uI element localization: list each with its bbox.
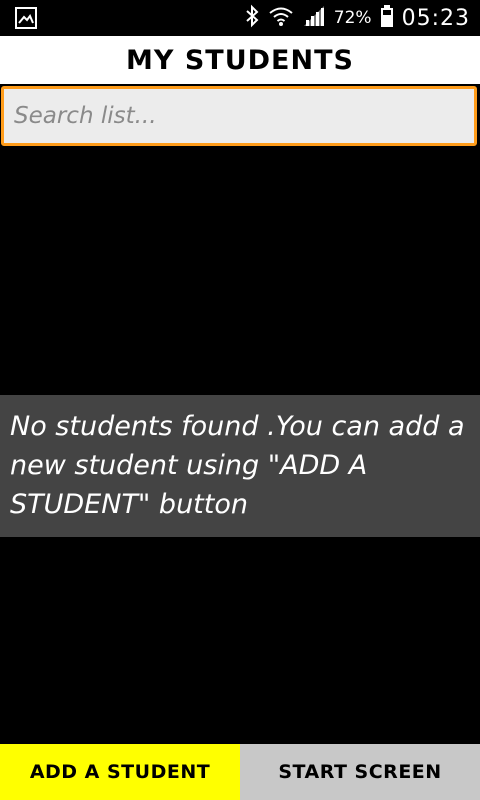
wifi-icon — [268, 4, 294, 32]
clock: 05:23 — [401, 5, 470, 31]
start-screen-button[interactable]: START SCREEN — [240, 744, 480, 800]
status-icons: 72% 05:23 — [236, 0, 470, 36]
battery-percent: 72% — [333, 8, 372, 28]
header: MY STUDENTS — [0, 36, 480, 84]
search-input[interactable] — [1, 86, 477, 146]
image-notification-icon — [14, 6, 38, 30]
status-bar: 72% 05:23 — [0, 0, 480, 36]
signal-icon — [302, 4, 326, 32]
bluetooth-icon — [244, 4, 260, 32]
page-title: MY STUDENTS — [126, 44, 354, 76]
empty-state-message: No students found .You can add a new stu… — [10, 411, 465, 520]
add-student-button[interactable]: ADD A STUDENT — [0, 744, 240, 800]
search-container — [0, 84, 480, 150]
battery-icon — [380, 4, 394, 32]
empty-state: No students found .You can add a new stu… — [0, 395, 480, 537]
bottom-action-bar: ADD A STUDENT START SCREEN — [0, 744, 480, 800]
